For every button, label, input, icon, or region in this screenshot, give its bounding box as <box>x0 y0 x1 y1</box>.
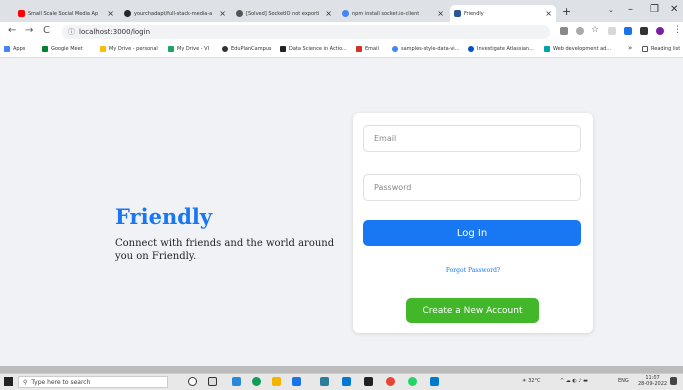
book-icon <box>280 46 286 52</box>
bookmark-item[interactable]: Data Science in Actio... <box>280 46 347 52</box>
reading-list-icon <box>642 46 648 52</box>
password-field[interactable] <box>363 174 581 201</box>
share-icon[interactable] <box>560 27 568 35</box>
bookmark-item[interactable]: EduPlanCampus <box>222 46 272 52</box>
language-indicator[interactable]: ENG <box>618 378 629 384</box>
tab-title: Friendly <box>464 10 484 17</box>
bookmark-star-icon[interactable]: ☆ <box>591 25 599 35</box>
youtube-icon <box>18 10 25 17</box>
windows-start-icon[interactable] <box>4 377 13 386</box>
new-tab-button[interactable]: + <box>562 5 571 18</box>
gmail-icon <box>356 46 362 52</box>
close-icon[interactable]: × <box>107 9 114 18</box>
more-bookmarks-icon[interactable]: » <box>628 44 632 52</box>
taskbar-search-input[interactable]: ⚲ Type here to search <box>18 376 168 388</box>
bookmark-item[interactable]: My Drive - VI <box>168 46 209 52</box>
search-icon: ⚲ <box>23 378 28 386</box>
extension-icon[interactable] <box>608 27 616 35</box>
whatsapp-icon[interactable] <box>408 377 417 386</box>
tagline: Connect with friends and the world aroun… <box>115 238 335 262</box>
task-view-icon[interactable] <box>208 377 217 386</box>
google-icon <box>392 46 398 52</box>
bookmark-item[interactable]: My Drive - personal <box>100 46 158 52</box>
tab[interactable]: npm install socket.io-client × <box>338 5 448 22</box>
close-icon[interactable]: × <box>545 9 552 18</box>
system-tray-icons[interactable]: ^ ☁ ◐ ♪ ▬ <box>560 378 588 384</box>
tab-title: npm install socket.io-client <box>352 10 420 17</box>
email-field[interactable] <box>363 125 581 152</box>
back-icon[interactable]: ← <box>8 25 16 36</box>
tab[interactable]: Small Scale Social Media Ap × <box>14 5 118 22</box>
clock[interactable]: 11:07 28-09-2022 <box>638 375 667 387</box>
extension-icon[interactable] <box>624 27 632 35</box>
web-icon <box>544 46 550 52</box>
reload-icon[interactable]: C <box>43 25 50 36</box>
minimize-button[interactable]: – <box>628 4 633 15</box>
forward-icon[interactable]: → <box>25 25 33 36</box>
close-icon[interactable]: × <box>437 9 444 18</box>
page-content: Friendly Connect with friends and the wo… <box>0 58 683 366</box>
tab[interactable]: [Solved] SocketIO not exporti × <box>232 5 336 22</box>
github-icon <box>124 10 131 17</box>
bookmark-item[interactable]: Email <box>356 46 379 52</box>
tab-active[interactable]: Friendly × <box>450 5 556 22</box>
terminal-icon[interactable] <box>364 377 373 386</box>
login-card: Log In Forgot Password? Create a New Acc… <box>353 113 593 333</box>
close-icon[interactable]: × <box>219 9 226 18</box>
mail-icon[interactable] <box>320 377 329 386</box>
close-window-button[interactable]: ✕ <box>670 4 678 15</box>
edge-icon[interactable] <box>252 377 261 386</box>
notification-icon[interactable] <box>670 377 677 385</box>
vscode-icon[interactable] <box>430 377 439 386</box>
weather-widget[interactable]: ☀ 32°C <box>522 378 540 384</box>
tab-title: yourchadapt/full-stack-media-a <box>134 10 213 17</box>
atlassian-icon <box>468 46 474 52</box>
cortana-icon[interactable] <box>188 377 197 386</box>
zoom-icon[interactable] <box>576 27 584 35</box>
app-icon[interactable] <box>342 377 351 386</box>
apps-grid-icon <box>4 46 10 52</box>
login-button[interactable]: Log In <box>363 220 581 246</box>
url-text: localhost:3000/login <box>79 28 151 36</box>
chrome-icon[interactable] <box>386 377 395 386</box>
tab-search-icon[interactable]: ⌄ <box>608 6 614 14</box>
tab-strip: Small Scale Social Media Ap × yourchadap… <box>0 0 683 22</box>
meet-icon <box>42 46 48 52</box>
brand-logo: Friendly <box>115 204 213 229</box>
bookmark-item[interactable]: samples-style-data-vi... <box>392 46 459 52</box>
profile-avatar[interactable] <box>656 27 664 35</box>
bookmark-apps[interactable]: Apps <box>4 46 25 52</box>
info-icon: ⓘ <box>68 28 75 36</box>
url-bar[interactable]: ⓘ localhost:3000/login <box>62 25 550 39</box>
maximize-button[interactable]: ❐ <box>650 4 659 15</box>
reading-list[interactable]: Reading list <box>642 46 680 52</box>
bookmark-item[interactable]: Web development ad... <box>544 46 611 52</box>
file-explorer-icon[interactable] <box>272 377 281 386</box>
page-scroll-edge <box>0 366 683 373</box>
google-icon <box>342 10 349 17</box>
puzzle-icon[interactable] <box>640 27 648 35</box>
tab-title: Small Scale Social Media Ap <box>28 10 99 17</box>
taskbar: ⚲ Type here to search ☀ 32°C ^ ☁ ◐ ♪ ▬ E… <box>0 373 683 390</box>
page-icon <box>454 10 461 17</box>
drive-icon <box>100 46 106 52</box>
bookmarks-bar: Apps Google Meet My Drive - personal My … <box>0 42 683 58</box>
sun-icon: ☀ <box>522 378 527 384</box>
forgot-password-link[interactable]: Forgot Password? <box>353 267 593 274</box>
drive-icon <box>168 46 174 52</box>
campus-icon <box>222 46 228 52</box>
bookmark-item[interactable]: Investigate Atlassian... <box>468 46 534 52</box>
address-bar: ← → C ⓘ localhost:3000/login ☆ ⋮ <box>0 22 683 42</box>
globe-icon <box>236 10 243 17</box>
store-icon[interactable] <box>292 377 301 386</box>
tab-title: [Solved] SocketIO not exporti <box>246 10 320 17</box>
tab[interactable]: yourchadapt/full-stack-media-a × <box>120 5 230 22</box>
app-icon[interactable] <box>232 377 241 386</box>
menu-icon[interactable]: ⋮ <box>673 25 682 35</box>
close-icon[interactable]: × <box>325 9 332 18</box>
create-account-button[interactable]: Create a New Account <box>406 298 539 323</box>
bookmark-item[interactable]: Google Meet <box>42 46 83 52</box>
